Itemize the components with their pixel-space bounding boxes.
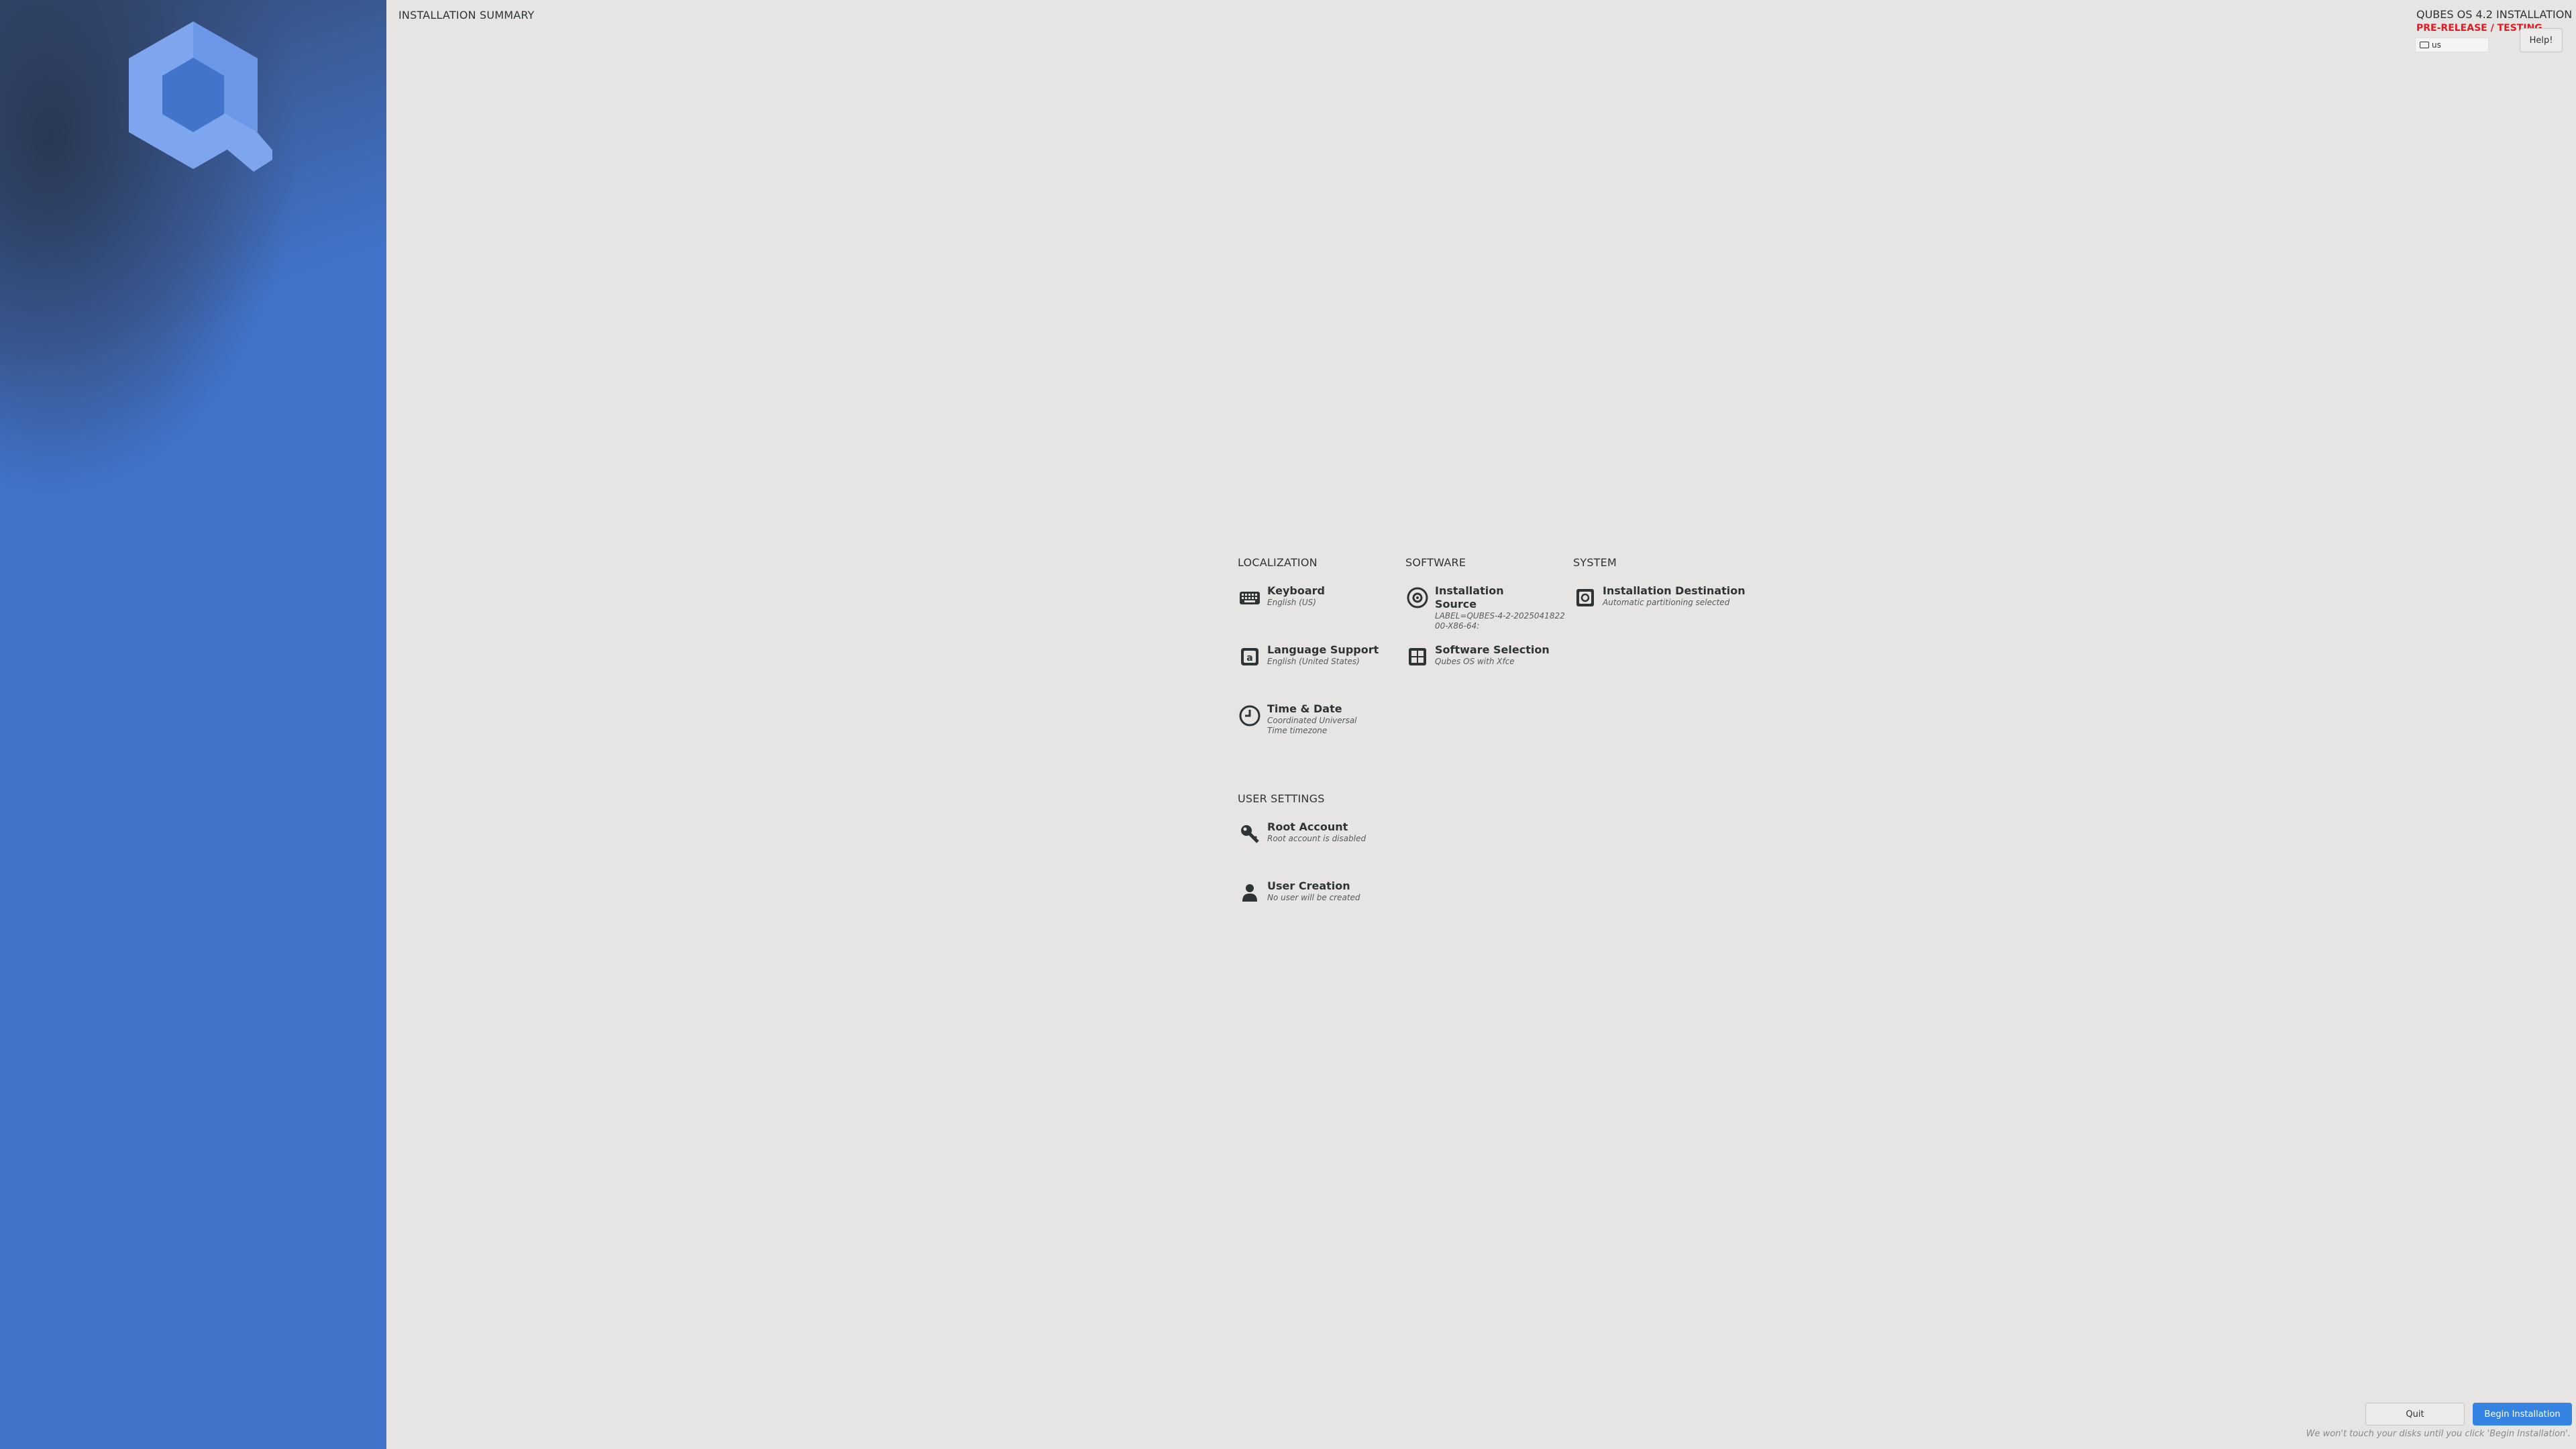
language-icon: a bbox=[1241, 648, 1258, 665]
section-user-settings: USER SETTINGS bbox=[1238, 792, 1325, 805]
keyboard-layout-indicator[interactable]: us bbox=[2415, 38, 2489, 52]
spoke-language-support[interactable]: a Language Support English (United State… bbox=[1238, 643, 1379, 669]
spoke-software-selection[interactable]: Software Selection Qubes OS with Xfce bbox=[1405, 643, 1550, 669]
quit-button[interactable]: Quit bbox=[2365, 1403, 2465, 1426]
keyboard-layout-label: us bbox=[2432, 40, 2441, 50]
spoke-time-name: Time & Date bbox=[1267, 702, 1342, 715]
spoke-destination-name: Installation Destination bbox=[1603, 584, 1746, 597]
spoke-time-date[interactable]: Time & Date Coordinated Universal Time t… bbox=[1238, 702, 1375, 736]
spoke-user-creation[interactable]: User Creation No user will be created bbox=[1238, 879, 1360, 905]
help-button[interactable]: Help! bbox=[2520, 28, 2563, 52]
key-icon bbox=[1241, 825, 1259, 843]
keyboard-icon bbox=[1240, 592, 1260, 604]
spoke-root-status: Root account is disabled bbox=[1267, 834, 1366, 843]
svg-text:a: a bbox=[1246, 653, 1252, 663]
user-icon bbox=[1242, 884, 1257, 902]
keyboard-small-icon bbox=[2420, 42, 2429, 48]
begin-installation-button[interactable]: Begin Installation bbox=[2473, 1403, 2572, 1426]
qubes-logo-icon bbox=[129, 21, 272, 172]
section-system: SYSTEM bbox=[1573, 556, 1617, 569]
section-localization: LOCALIZATION bbox=[1238, 556, 1318, 569]
spoke-installation-source[interactable]: Installation Source LABEL=QUBES-4-2-2025… bbox=[1405, 584, 1569, 631]
spoke-root-name: Root Account bbox=[1267, 820, 1348, 833]
spoke-selection-name: Software Selection bbox=[1435, 643, 1550, 656]
package-icon bbox=[1409, 648, 1426, 665]
spoke-installation-destination[interactable]: Installation Destination Automatic parti… bbox=[1573, 584, 1746, 610]
page-title: INSTALLATION SUMMARY bbox=[398, 9, 535, 21]
sidebar bbox=[0, 0, 386, 1449]
disk-warning-text: We won't touch your disks until you clic… bbox=[2306, 1429, 2571, 1439]
spoke-keyboard[interactable]: Keyboard English (US) bbox=[1238, 584, 1325, 610]
spoke-source-name: Installation Source bbox=[1435, 584, 1504, 610]
spoke-language-name: Language Support bbox=[1267, 643, 1379, 656]
spoke-time-status: Coordinated Universal Time timezone bbox=[1267, 716, 1357, 735]
spoke-destination-status: Automatic partitioning selected bbox=[1603, 598, 1730, 607]
spoke-keyboard-name: Keyboard bbox=[1267, 584, 1325, 597]
clock-icon bbox=[1239, 705, 1260, 727]
section-software: SOFTWARE bbox=[1405, 556, 1466, 569]
spoke-language-status: English (United States) bbox=[1267, 657, 1360, 666]
spoke-user-status: No user will be created bbox=[1267, 893, 1360, 902]
spoke-keyboard-status: English (US) bbox=[1267, 598, 1316, 607]
spoke-user-name: User Creation bbox=[1267, 879, 1350, 892]
spoke-source-status: LABEL=QUBES-4-2-202504182200-X86-64: bbox=[1435, 611, 1565, 631]
spoke-root-account[interactable]: Root Account Root account is disabled bbox=[1238, 820, 1366, 846]
disc-icon bbox=[1407, 587, 1428, 608]
drive-icon bbox=[1576, 589, 1594, 606]
spoke-selection-status: Qubes OS with Xfce bbox=[1435, 657, 1515, 666]
product-name: QUBES OS 4.2 INSTALLATION bbox=[2416, 8, 2573, 21]
